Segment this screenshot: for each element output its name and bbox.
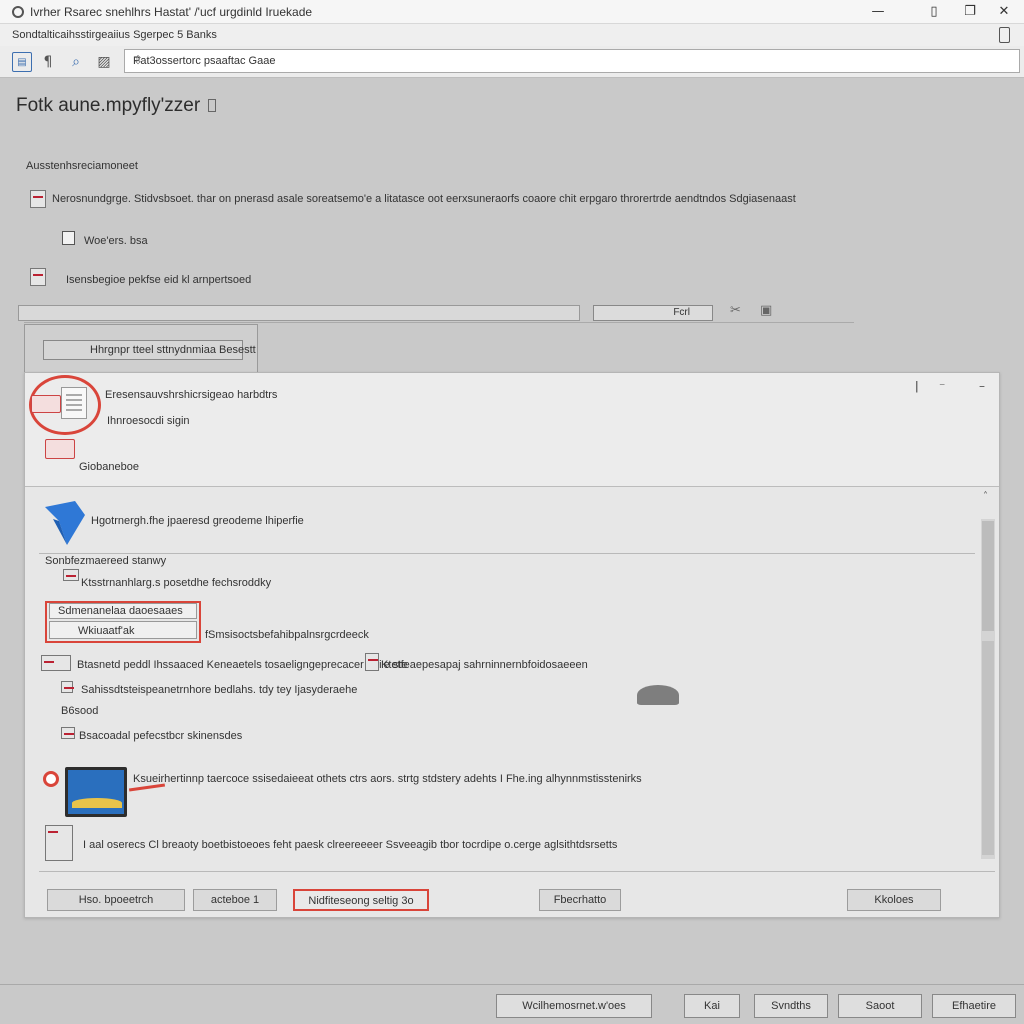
home-icon[interactable]: ▤ xyxy=(12,52,32,72)
list-option[interactable]: Wkiuaatf'ak xyxy=(49,621,197,639)
cursor-icon xyxy=(637,685,679,705)
bottom-button[interactable]: Kai xyxy=(684,994,740,1018)
dialog-button[interactable]: Kkoloes xyxy=(847,889,941,911)
list-item: fSmsisoctsbefahibpalnsrgcrdeeck xyxy=(205,629,369,641)
primary-button[interactable]: Nidfiteseong seltig 3o xyxy=(293,889,429,911)
bottom-button[interactable]: Efhaetire xyxy=(932,994,1016,1018)
dialog-header: ǀ ⁻ – Eresensauvshrshicrsigeao harbdtrs … xyxy=(25,373,999,487)
menu-items[interactable]: Sondtalticaihsstirgeaiius Sgerpec 5 Bank… xyxy=(12,29,217,41)
list-item: Ksueirhertinnp taercoce ssisedaieeat oth… xyxy=(133,773,642,785)
monitor-icon xyxy=(65,767,127,817)
title-icon xyxy=(208,99,217,113)
blue-item-label: Hgotrnergh.fhe jpaeresd greodeme lhiperf… xyxy=(91,515,304,527)
status-field[interactable]: Wcilhemosrnet.w'oes xyxy=(496,994,652,1018)
sub-panel: Hhrgnpr tteel sttnydnmiaa Besestt xyxy=(24,324,258,374)
dialog-button[interactable]: acteboe 1 xyxy=(193,889,277,911)
network-icon xyxy=(41,655,71,671)
dialog-subheading: Ihnroesocdi sigin xyxy=(107,415,190,427)
minimize-button[interactable]: — xyxy=(868,3,888,21)
option-checkbox[interactable] xyxy=(62,231,75,245)
bottom-button[interactable]: Saoot xyxy=(838,994,922,1018)
page-title: Fotk aune.mpyfly'zzer xyxy=(16,95,217,117)
menu-bar: Sondtalticaihsstirgeaiius Sgerpec 5 Bank… xyxy=(0,24,1024,46)
scrollbar[interactable] xyxy=(981,519,995,859)
alert-icon xyxy=(43,771,59,787)
dialog-note: Giobaneboe xyxy=(79,461,139,473)
document-icon xyxy=(30,190,46,208)
description-row: Nerosnundgrge. Stidvsbsoet. thar on pner… xyxy=(52,193,796,205)
maximize-button[interactable]: ❐ xyxy=(960,3,980,21)
pin-icon[interactable]: ¶ xyxy=(38,52,58,72)
subpanel-button[interactable]: Hhrgnpr tteel sttnydnmiaa Besestt xyxy=(43,340,256,360)
card-icon xyxy=(31,395,61,413)
item-icon xyxy=(61,727,75,739)
dialog-close-icon[interactable]: – xyxy=(979,379,985,393)
divider xyxy=(39,553,975,554)
folder-share-icon xyxy=(45,501,85,545)
toolbar: ▤ ¶ ⌕ ▨ Pat3ossertorc psaaftac Gaae ⇳ xyxy=(0,46,1024,78)
group-label: Sonbfezmaereed stanwy xyxy=(45,555,167,567)
window-title: Ivrher Rsarec snehlhrs Hastat' /'ucf urg… xyxy=(30,5,313,19)
restore-button[interactable]: ▯ xyxy=(924,3,944,21)
divider xyxy=(39,871,995,872)
scissors-icon[interactable]: ✂ xyxy=(730,303,741,318)
option-label: Woe'ers. bsa xyxy=(84,235,148,247)
section-label: Ausstenhsreciamoneet xyxy=(26,160,138,172)
clipboard-icon[interactable]: ▣ xyxy=(760,303,772,318)
list-item: B6sood xyxy=(61,705,99,717)
list-item: Sahissdtsteispeanetrnhore bedlahs. tdy t… xyxy=(81,684,358,696)
bottom-button[interactable]: Svndths xyxy=(754,994,828,1018)
filter-dropdown[interactable]: Fcrl xyxy=(593,305,713,321)
storage-icon xyxy=(45,439,75,459)
title-bar: Ivrher Rsarec snehlhrs Hastat' /'ucf urg… xyxy=(0,0,1024,24)
dialog-minimize-icon[interactable]: ⁻ xyxy=(939,379,945,393)
divider xyxy=(0,984,1024,985)
list-item: Ktsstrnanhlarg.s posetdhe fechsroddky xyxy=(81,577,272,589)
app-icon xyxy=(12,6,24,18)
dialog-button[interactable]: Hso. bpoeetrch xyxy=(47,889,185,911)
stack-icon xyxy=(45,825,73,861)
progress-strip xyxy=(18,305,580,321)
list-item: Btasnetd peddl Ihssaaced Keneaetels tosa… xyxy=(77,659,408,671)
list-item: I aal oserecs Cl breaoty boetbistoeoes f… xyxy=(83,839,618,851)
image-icon[interactable]: ▨ xyxy=(94,52,114,72)
address-bar[interactable]: Pat3ossertorc psaaftac Gaae ⇳ xyxy=(124,49,1020,73)
item-icon xyxy=(63,569,79,581)
close-button[interactable]: ✕ xyxy=(994,3,1014,21)
dialog-button[interactable]: Fbecrhatto xyxy=(539,889,621,911)
list-item: Bsacoadal pefecstbcr skinensdes xyxy=(79,730,243,742)
page-icon xyxy=(365,653,379,671)
dialog-pin-icon[interactable]: ǀ xyxy=(915,379,919,393)
dialog: ǀ ⁻ – Eresensauvshrshicrsigeao harbdtrs … xyxy=(24,372,1000,918)
collapse-icon[interactable]: ˄ xyxy=(983,491,988,502)
setting-row: Isensbegioe pekfse eid kl arnpertsoed xyxy=(66,274,252,286)
list-item: Ktetfeaepesapaj sahrninnernbfoidosaeeen xyxy=(381,659,588,671)
divider xyxy=(24,322,854,323)
form-icon xyxy=(61,387,87,419)
address-scroll-icon[interactable]: ⇳ xyxy=(133,53,1009,67)
item-icon xyxy=(61,681,74,693)
search-icon[interactable]: ⌕ xyxy=(66,52,86,72)
settings-file-icon xyxy=(30,268,46,286)
scrollbar-thumb[interactable] xyxy=(982,521,994,631)
dialog-heading: Eresensauvshrshicrsigeao harbdtrs xyxy=(105,389,278,401)
scrollbar-track[interactable] xyxy=(982,641,994,855)
list-option[interactable]: Sdmenanelaa daoesaaes xyxy=(49,603,197,619)
panel-toggle-icon[interactable] xyxy=(999,27,1010,43)
